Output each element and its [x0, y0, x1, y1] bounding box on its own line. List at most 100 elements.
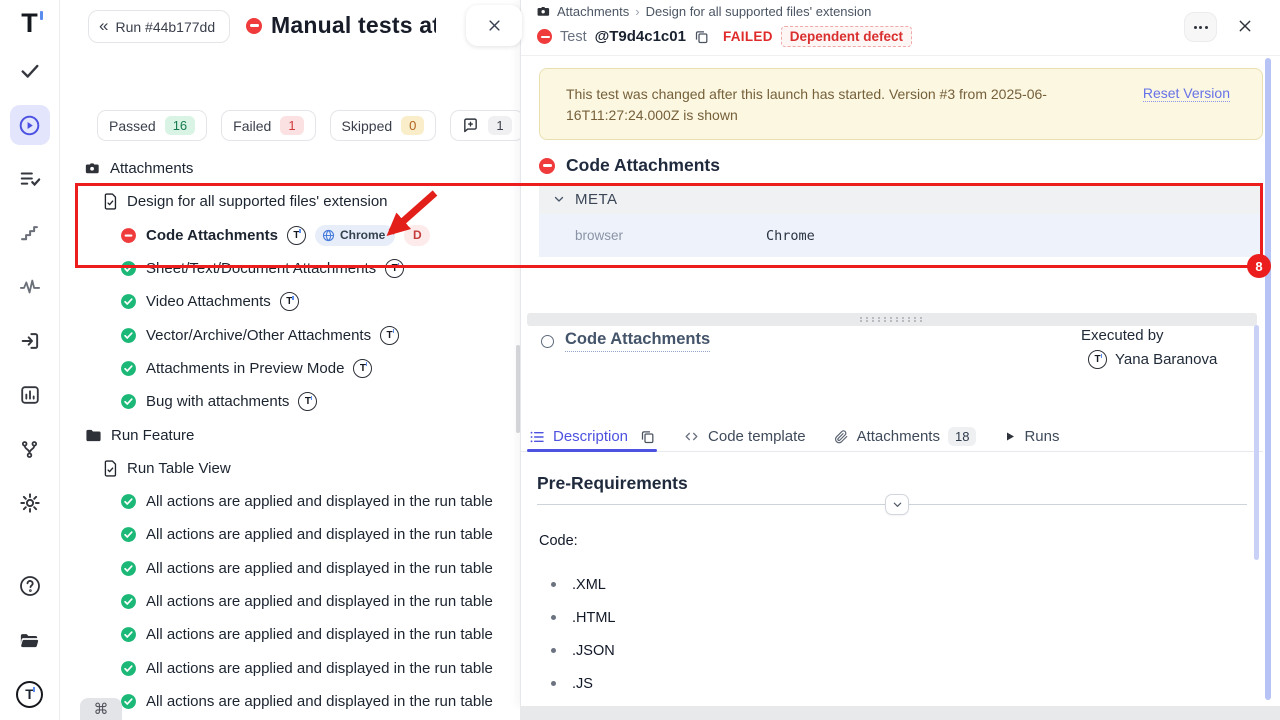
meta-key: browser — [539, 228, 766, 243]
filter-label: Passed — [109, 118, 156, 134]
passed-icon — [120, 693, 137, 710]
app-logo[interactable]: T — [21, 10, 38, 37]
more-menu-button[interactable] — [1184, 12, 1217, 42]
sidebar-item-milestones[interactable] — [10, 213, 50, 253]
tree-row[interactable]: All actions are applied and displayed in… — [60, 685, 520, 718]
tree-item-label: All actions are applied and displayed in… — [146, 560, 493, 577]
tree-row[interactable]: Video Attachments T — [60, 285, 520, 318]
copy-icon[interactable] — [640, 429, 655, 444]
sidebar-item-help[interactable] — [10, 566, 50, 606]
filter-label: Skipped — [342, 118, 393, 134]
tree-row[interactable]: Code Attachments T Chrome D — [60, 219, 520, 252]
passed-icon — [120, 626, 137, 643]
defect-letter-badge[interactable]: D — [404, 225, 430, 246]
close-detail-icon[interactable] — [1237, 18, 1253, 34]
tree-row[interactable]: All actions are applied and displayed in… — [60, 585, 520, 618]
back-to-run-button[interactable]: « Run #44b177dd — [88, 10, 230, 43]
tree-row[interactable]: Run Feature — [60, 418, 520, 451]
git-branch-icon — [19, 439, 40, 460]
filter-chip[interactable]: Passed 16 — [97, 110, 207, 141]
tab-code-template[interactable]: Code template — [683, 422, 806, 451]
tree-item-label: Attachments — [110, 160, 193, 177]
sidebar-item-analytics[interactable] — [10, 267, 50, 307]
list-item: .HTML — [551, 601, 616, 634]
bullet-icon — [551, 582, 556, 587]
suite-camera-icon — [85, 162, 101, 176]
tree-row[interactable]: Design for all supported files' extensio… — [60, 185, 520, 218]
assignee-avatar[interactable]: T — [287, 226, 306, 245]
code-extension-list: .XML .HTML .JSON .JS — [551, 568, 616, 700]
tree-row[interactable]: All actions are applied and displayed in… — [60, 618, 520, 651]
reset-version-link[interactable]: Reset Version — [1143, 85, 1230, 102]
filter-count: 1 — [280, 116, 303, 135]
sidebar-item-plans[interactable] — [10, 159, 50, 199]
tree-item-label: Design for all supported files' extensio… — [127, 193, 388, 210]
tree-row[interactable]: Vector/Archive/Other Attachments T — [60, 318, 520, 351]
chrome-badge[interactable]: Chrome — [315, 225, 395, 246]
tree-row[interactable]: All actions are applied and displayed in… — [60, 552, 520, 585]
comment-filter-chip[interactable]: 1 — [450, 110, 523, 141]
sub-section-heading: Code Attachments — [541, 330, 710, 352]
tab-attachments[interactable]: Attachments 18 — [834, 422, 977, 451]
tree-item-label: Bug with attachments — [146, 393, 289, 410]
tree-item-label: Attachments in Preview Mode — [146, 360, 344, 377]
assignee-avatar[interactable]: T — [353, 359, 372, 378]
passed-icon — [120, 293, 137, 310]
tree-row[interactable]: All actions are applied and displayed in… — [60, 518, 520, 551]
filter-chip[interactable]: Skipped 0 — [330, 110, 437, 141]
list-item: .JSON — [551, 634, 616, 667]
assignee-avatar[interactable]: T — [380, 326, 399, 345]
panel-resize-handle[interactable] — [527, 313, 1257, 326]
test-label: Test — [560, 29, 587, 45]
inner-scrollbar[interactable] — [1254, 325, 1259, 560]
filter-chips: Passed 16 Failed 1 Skipped 0 1 — [97, 110, 524, 141]
dependent-defect-badge[interactable]: Dependent defect — [781, 26, 912, 47]
tree-row[interactable]: Attachments — [60, 152, 520, 185]
panel-scrollbar[interactable] — [1265, 58, 1271, 700]
run-id-label: Run #44b177dd — [115, 19, 215, 35]
collapse-section-button[interactable] — [885, 494, 909, 515]
assignee-avatar[interactable]: T — [385, 259, 404, 278]
section-heading: Code Attachments — [539, 155, 720, 176]
test-id: @T9d4c1c01 — [595, 28, 686, 45]
tree-row[interactable]: Sheet/Text/Document Attachments T — [60, 252, 520, 285]
document-check-icon — [103, 193, 118, 210]
circle-status-icon — [541, 335, 554, 348]
tree-item-label: Run Table View — [127, 460, 231, 477]
assignee-avatar[interactable]: T — [298, 392, 317, 411]
tab-description[interactable]: Description — [529, 422, 655, 451]
filter-chip[interactable]: Failed 1 — [221, 110, 315, 141]
code-label: Code: — [539, 533, 578, 549]
assignee-avatar[interactable]: T — [280, 292, 299, 311]
meta-header[interactable]: META — [539, 184, 1263, 214]
tab-label: Attachments — [857, 428, 940, 445]
tree-row[interactable]: Run Table View — [60, 452, 520, 485]
sidebar-item-import[interactable] — [10, 321, 50, 361]
copy-icon[interactable] — [694, 29, 709, 44]
sidebar-item-reports[interactable] — [10, 375, 50, 415]
tab-label: Description — [553, 428, 628, 445]
tab-runs[interactable]: Runs — [1004, 422, 1059, 451]
sidebar-item-branches[interactable] — [10, 429, 50, 469]
tree-row[interactable]: Attachments in Preview Mode T — [60, 352, 520, 385]
sidebar-item-account[interactable]: T — [10, 674, 50, 714]
sidebar-item-docs[interactable] — [10, 620, 50, 660]
tab-count-badge: 18 — [948, 427, 976, 446]
tree-row[interactable]: All actions are applied and displayed in… — [60, 651, 520, 684]
tree-row[interactable]: Bug with attachments T — [60, 385, 520, 418]
breadcrumb-current[interactable]: Design for all supported files' extensio… — [646, 4, 872, 19]
breadcrumb-separator-icon: › — [635, 4, 639, 19]
command-key-button[interactable]: ⌘ — [80, 698, 122, 720]
sidebar-item-runs[interactable] — [10, 105, 50, 145]
tree-row[interactable]: All actions are applied and displayed in… — [60, 485, 520, 518]
section-title: Code Attachments — [566, 155, 720, 176]
sidebar-item-tests[interactable] — [10, 51, 50, 91]
user-avatar: T — [1088, 350, 1107, 369]
panel-close-button[interactable] — [466, 5, 522, 46]
tree-item-label: All actions are applied and displayed in… — [146, 626, 493, 643]
sign-in-icon — [19, 330, 41, 352]
app-sidebar: T T — [0, 0, 60, 720]
sidebar-item-settings[interactable] — [10, 483, 50, 523]
breadcrumb-root[interactable]: Attachments — [557, 4, 629, 19]
sub-section-title[interactable]: Code Attachments — [565, 330, 710, 352]
